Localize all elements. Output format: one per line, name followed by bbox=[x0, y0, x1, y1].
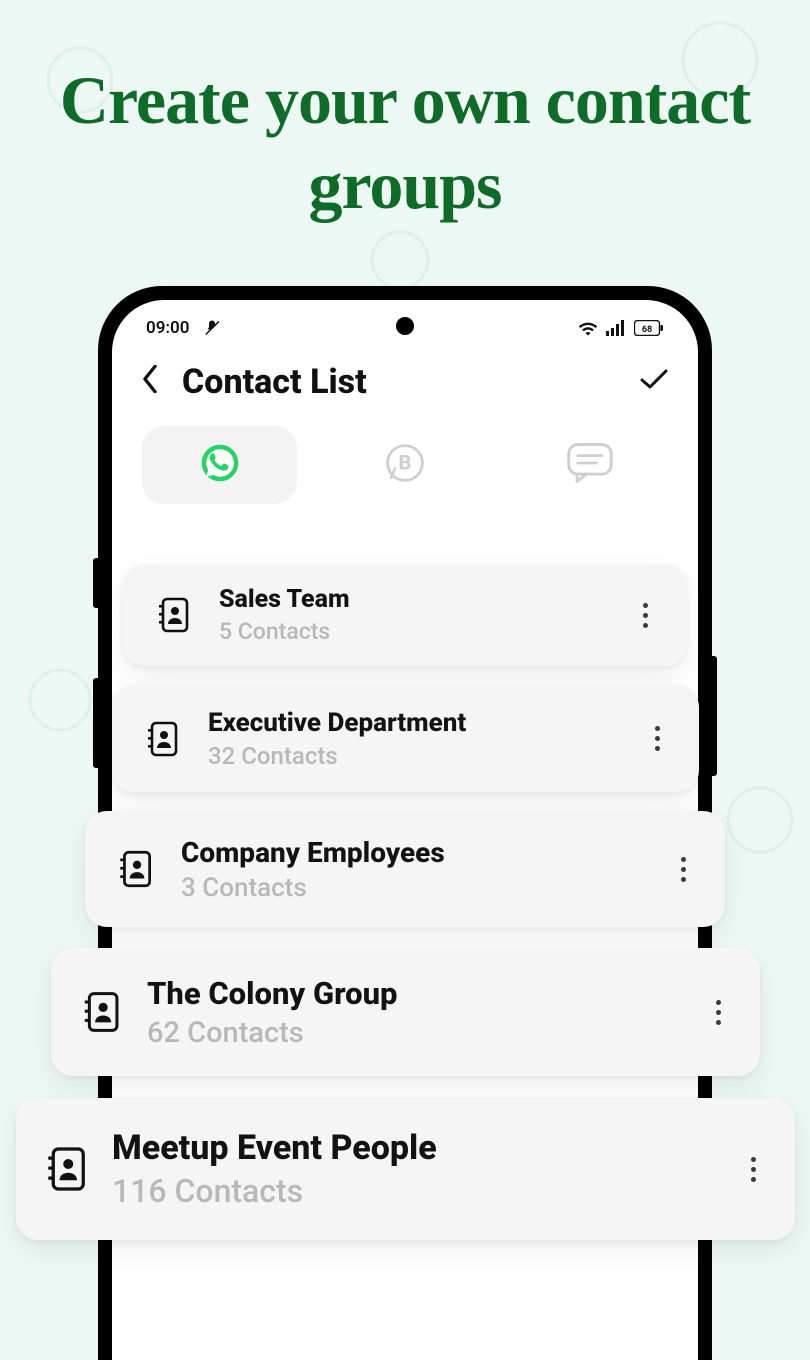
app-title: Contact List bbox=[182, 362, 616, 402]
group-name: Company Employees bbox=[181, 836, 669, 869]
svg-text:B: B bbox=[399, 450, 412, 474]
contacts-book-icon bbox=[44, 1151, 90, 1187]
more-icon bbox=[669, 857, 697, 882]
group-card[interactable]: The Colony Group 62 Contacts bbox=[51, 948, 760, 1076]
whatsapp-business-icon: B bbox=[383, 441, 427, 489]
whatsapp-icon bbox=[198, 441, 242, 489]
group-name: Executive Department bbox=[208, 708, 643, 738]
group-name: The Colony Group bbox=[147, 975, 704, 1012]
back-button[interactable] bbox=[142, 365, 158, 399]
tab-whatsapp[interactable] bbox=[142, 426, 297, 504]
group-card-text: Executive Department 32 Contacts bbox=[186, 708, 643, 770]
group-more-button[interactable] bbox=[704, 1000, 732, 1025]
group-count: 32 Contacts bbox=[208, 742, 643, 770]
contacts-book-icon bbox=[113, 851, 159, 887]
group-more-button[interactable] bbox=[739, 1157, 767, 1182]
svg-text:68: 68 bbox=[642, 325, 652, 335]
group-card-text: Company Employees 3 Contacts bbox=[159, 836, 669, 903]
battery-icon: 68 bbox=[634, 320, 664, 336]
contacts-book-icon bbox=[151, 597, 197, 633]
phone-volume-down bbox=[93, 678, 98, 768]
more-icon bbox=[739, 1157, 767, 1182]
contacts-book-icon bbox=[140, 721, 186, 757]
group-count: 116 Contacts bbox=[112, 1172, 739, 1210]
group-more-button[interactable] bbox=[631, 603, 659, 628]
group-card[interactable]: Company Employees 3 Contacts bbox=[85, 811, 725, 927]
group-card-text: The Colony Group 62 Contacts bbox=[125, 975, 704, 1050]
tab-business[interactable]: B bbox=[327, 426, 482, 504]
more-icon bbox=[631, 603, 659, 628]
group-card[interactable]: Meetup Event People 116 Contacts bbox=[16, 1098, 795, 1240]
group-card[interactable]: Sales Team 5 Contacts bbox=[123, 564, 687, 666]
signal-icon bbox=[606, 320, 626, 336]
group-card-text: Meetup Event People 116 Contacts bbox=[90, 1128, 739, 1210]
front-camera bbox=[396, 317, 414, 335]
confirm-button[interactable] bbox=[640, 367, 668, 397]
group-more-button[interactable] bbox=[643, 726, 671, 751]
status-time: 09:00 bbox=[146, 318, 189, 338]
more-icon bbox=[643, 726, 671, 751]
group-count: 3 Contacts bbox=[181, 873, 669, 903]
group-card[interactable]: Executive Department 32 Contacts bbox=[112, 685, 699, 792]
phone-volume-up bbox=[93, 558, 98, 608]
page-headline: Create your own contact groups bbox=[0, 58, 810, 228]
more-icon bbox=[704, 1000, 732, 1025]
tab-sms[interactable] bbox=[513, 426, 668, 504]
wifi-icon bbox=[578, 320, 598, 336]
group-count: 62 Contacts bbox=[147, 1016, 704, 1050]
group-more-button[interactable] bbox=[669, 857, 697, 882]
group-count: 5 Contacts bbox=[219, 618, 631, 645]
phone-power-button bbox=[712, 656, 717, 776]
group-card-text: Sales Team 5 Contacts bbox=[197, 585, 631, 645]
mute-icon bbox=[203, 319, 221, 337]
group-name: Meetup Event People bbox=[112, 1128, 739, 1168]
app-header: Contact List bbox=[112, 348, 698, 412]
chat-icon bbox=[566, 441, 614, 489]
group-name: Sales Team bbox=[219, 585, 631, 614]
channel-tabs: B bbox=[112, 412, 698, 528]
contacts-book-icon bbox=[79, 994, 125, 1030]
